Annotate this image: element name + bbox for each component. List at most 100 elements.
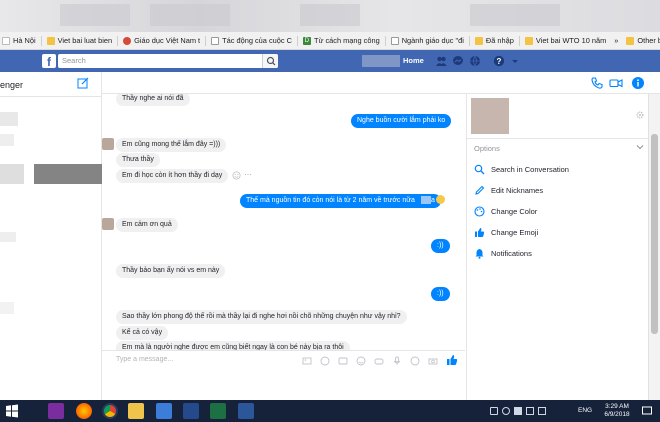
messages-icon[interactable]	[452, 55, 464, 67]
search-in-conversation-option[interactable]: Search in Conversation	[474, 164, 569, 175]
notification-center-icon[interactable]	[641, 405, 653, 417]
image-icon[interactable]	[302, 356, 312, 366]
bookmark-7[interactable]: Đã nhập	[470, 36, 519, 45]
option-label: Notifications	[491, 249, 532, 258]
windows-taskbar: ENG 3:29 AM 6/9/2018	[0, 400, 660, 422]
sticker-icon[interactable]	[320, 356, 330, 366]
message-bubble-incoming: Em đi học còn ít hơn thầy đi dạy	[116, 169, 229, 183]
bookmark-label: Đã nhập	[485, 36, 514, 45]
globe-icon[interactable]	[469, 55, 481, 67]
clock-time: 3:29 AM	[605, 403, 629, 410]
bookmarks-bar: Hà Nội Viet bai luat bien Giáo dục Việt …	[0, 32, 660, 50]
video-call-icon[interactable]	[609, 76, 623, 90]
system-tray[interactable]	[490, 407, 564, 415]
photos-icon[interactable]	[156, 403, 172, 419]
option-label: Edit Nicknames	[491, 186, 544, 195]
message-bubble-incoming: Kể cả có vậy	[116, 326, 169, 340]
message-bubble-incoming: Em mà là người nghe được em cũng biết ng…	[116, 341, 350, 350]
home-link[interactable]: Home	[403, 56, 424, 65]
caret-down-icon[interactable]	[511, 55, 519, 67]
chrome-icon[interactable]	[102, 403, 118, 419]
blurred-contact[interactable]	[0, 164, 24, 184]
video-icon[interactable]	[183, 403, 199, 419]
bookmark-8[interactable]: Viet bai WTO 10 năm	[520, 36, 611, 45]
friend-requests-icon[interactable]	[435, 55, 447, 67]
tray-icon[interactable]	[514, 407, 522, 415]
language-indicator[interactable]: ENG	[578, 407, 592, 414]
bookmark-4[interactable]: Tác động của cuộc C	[206, 36, 297, 45]
notifications-option[interactable]: Notifications	[474, 248, 532, 259]
avatar	[102, 218, 114, 230]
bookmark-label: Tác động của cuộc C	[222, 36, 292, 45]
volume-icon[interactable]	[538, 407, 546, 415]
avatar	[102, 138, 114, 150]
word-icon[interactable]	[238, 403, 254, 419]
message-text: Thế mà nguồn tin đó còn nói là từ 2 năm …	[246, 197, 415, 204]
blurred-contact[interactable]	[0, 112, 18, 126]
options-heading[interactable]: Options	[474, 144, 500, 153]
blurred-contact[interactable]	[34, 164, 102, 184]
emoji-icon[interactable]	[356, 356, 366, 366]
bookmark-3[interactable]: Giáo dục Việt Nam t	[118, 36, 205, 45]
message-composer: Type a message...	[102, 350, 465, 370]
emoji-react-icon[interactable]	[232, 171, 241, 180]
network-icon[interactable]	[526, 407, 534, 415]
bookmark-1[interactable]: Hà Nội	[0, 36, 41, 45]
info-icon[interactable]	[631, 76, 645, 90]
message-bubble-outgoing: Thế mà nguồn tin đó còn nói là từ 2 năm …	[240, 194, 441, 208]
change-color-option[interactable]: Change Color	[474, 206, 537, 217]
bookmark-5[interactable]: D Từ cách mạng công	[298, 36, 385, 45]
pencil-icon	[475, 185, 485, 195]
thumbs-up-icon	[475, 228, 485, 237]
bookmark-2[interactable]: Viet bai luat bien	[42, 36, 118, 45]
profile-link[interactable]	[362, 55, 400, 67]
blurred-tab	[470, 4, 560, 26]
message-bubble-outgoing: :))	[431, 287, 450, 301]
explorer-icon[interactable]	[128, 403, 144, 419]
svg-text:?: ?	[497, 57, 502, 66]
bookmarks-overflow-button[interactable]: »	[611, 36, 621, 45]
help-icon[interactable]: ?	[493, 55, 505, 67]
tray-icon[interactable]	[490, 407, 498, 415]
blurred-contact[interactable]	[0, 302, 14, 314]
blurred-contact[interactable]	[0, 232, 16, 242]
clock[interactable]: 3:29 AM 6/9/2018	[598, 403, 636, 419]
site-icon	[123, 36, 132, 45]
phone-icon[interactable]	[590, 76, 604, 90]
edit-nicknames-option[interactable]: Edit Nicknames	[474, 185, 543, 196]
other-bookmarks[interactable]: Other bookmarks	[621, 36, 660, 45]
message-bubble-incoming: Sao thầy lớn phong độ thế rồi mà thầy lạ…	[116, 310, 407, 324]
facebook-logo[interactable]: f	[42, 54, 56, 69]
message-input[interactable]: Type a message...	[116, 356, 236, 363]
bookmark-6[interactable]: Ngành giáo dục "đi	[386, 36, 469, 45]
more-options-button[interactable]: ···	[244, 170, 252, 179]
message-bubble-incoming: Thầy bảo bạn ấy nói vs em này	[116, 264, 226, 278]
start-icon[interactable]	[4, 403, 20, 419]
gif-icon[interactable]	[338, 356, 348, 366]
blurred-contact[interactable]	[0, 134, 14, 146]
page-scrollbar[interactable]	[648, 94, 660, 400]
payment-icon[interactable]	[410, 356, 420, 366]
search-input[interactable]: Search	[58, 54, 278, 68]
firefox-icon[interactable]	[76, 403, 92, 419]
scrollbar-thumb[interactable]	[651, 134, 658, 334]
message-thread[interactable]: Thầy nghe ai nói đã Nghe buồn cười lắm p…	[102, 94, 465, 350]
game-icon[interactable]	[374, 356, 384, 366]
change-emoji-option[interactable]: Change Emoji	[474, 227, 538, 238]
search-button[interactable]	[262, 54, 278, 68]
compose-icon[interactable]	[77, 77, 89, 89]
message-text: a	[430, 197, 435, 204]
blurred-text	[420, 196, 431, 205]
gear-icon[interactable]	[635, 110, 645, 120]
blurred-tab	[60, 4, 130, 26]
message-bubble-outgoing: Nghe buồn cười lắm phải ko	[351, 114, 452, 128]
onenote-icon[interactable]	[48, 403, 64, 419]
tray-icon[interactable]	[502, 407, 510, 415]
excel-icon[interactable]	[210, 403, 226, 419]
blurred-tab	[300, 4, 360, 26]
chevron-down-icon[interactable]	[635, 142, 645, 152]
microphone-icon[interactable]	[392, 356, 402, 366]
clock-date: 6/9/2018	[604, 411, 630, 418]
thumbs-up-icon[interactable]	[446, 354, 458, 366]
camera-icon[interactable]	[428, 356, 438, 366]
